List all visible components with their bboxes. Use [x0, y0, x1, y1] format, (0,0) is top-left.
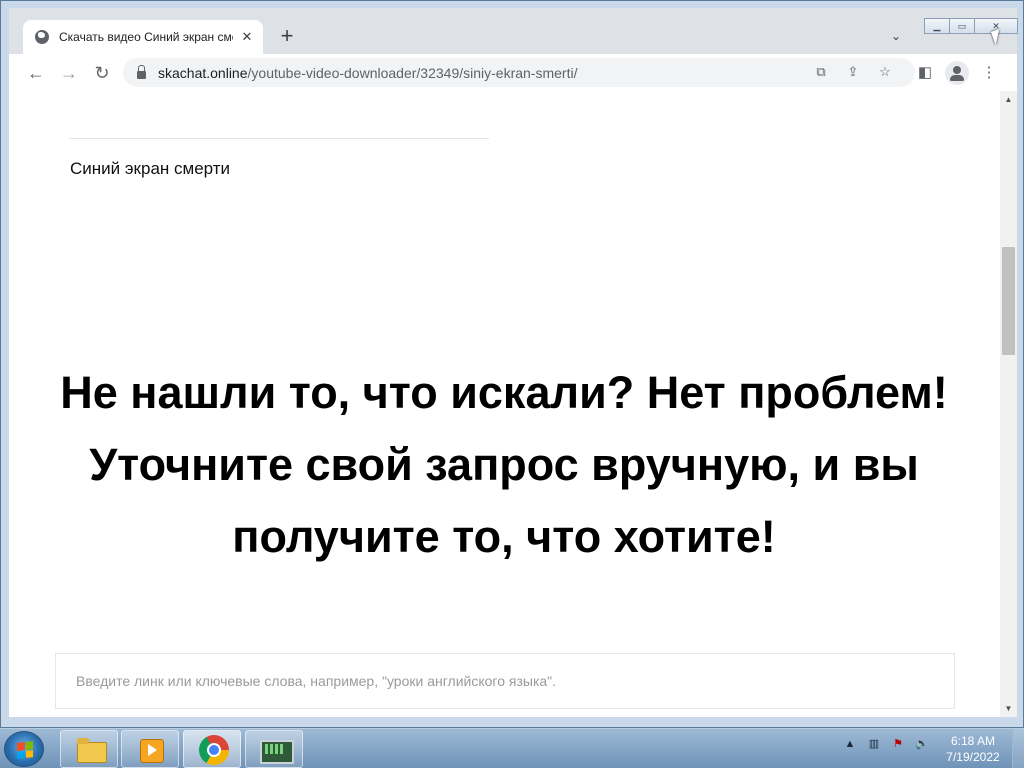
show-hidden-icons-arrow-icon[interactable]: ▲ [842, 738, 858, 750]
clock[interactable]: 6:18 AM 7/19/2022 [936, 733, 1010, 765]
share-icon[interactable]: ⇪ [843, 62, 863, 82]
forward-arrow-icon[interactable]: → [56, 60, 82, 86]
headline: Не нашли то, что искали? Нет проблем! Ут… [29, 357, 979, 573]
window-controls: ▁ ▭ ✕ [924, 18, 1018, 34]
scroll-up-arrow-icon[interactable]: ▲ [1000, 91, 1017, 108]
side-panel-icon[interactable]: ◧ [912, 60, 938, 86]
action-center-flag-icon[interactable]: ⚑ [890, 737, 906, 750]
tab-strip: Скачать видео Синий экран сме ✕ + ⌄ [9, 8, 1017, 54]
headline-line-1: Не нашли то, что искали? Нет проблем! [60, 367, 948, 418]
explorer-taskbar-button[interactable] [60, 730, 118, 768]
search-input[interactable] [76, 673, 954, 689]
scroll-down-arrow-icon[interactable]: ▼ [1000, 700, 1017, 717]
scroll-thumb[interactable] [1002, 247, 1015, 355]
start-button[interactable] [4, 731, 44, 767]
new-tab-button[interactable]: + [274, 24, 300, 50]
system-tray: ▲ ▥ ⚑ 🔈 [842, 737, 930, 751]
bookmark-star-icon[interactable]: ☆ [875, 62, 895, 82]
globe-favicon-icon [35, 30, 49, 44]
tab-title: Скачать видео Синий экран сме [59, 30, 233, 44]
headline-line-2: Уточните свой запрос вручную, и вы получ… [89, 439, 919, 562]
maximize-button[interactable]: ▭ [949, 18, 975, 34]
tab-close-icon[interactable]: ✕ [239, 29, 255, 45]
volume-icon[interactable]: 🔈 [914, 737, 930, 750]
reload-icon[interactable]: ↻ [89, 60, 115, 86]
clock-date: 7/19/2022 [946, 750, 1000, 764]
browser-chrome: Скачать видео Синий экран сме ✕ + ⌄ ← → … [9, 8, 1018, 91]
lock-icon[interactable] [137, 64, 146, 79]
video-title[interactable]: Синий экран смерти [70, 159, 230, 179]
taskbar: ▲ ▥ ⚑ 🔈 6:18 AM 7/19/2022 [0, 728, 1024, 768]
clock-time: 6:18 AM [950, 734, 996, 748]
divider [69, 138, 489, 139]
tab-search-chevron-icon[interactable]: ⌄ [886, 26, 906, 46]
url-text[interactable]: skachat.online/youtube-video-downloader/… [158, 65, 577, 81]
profile-avatar-icon[interactable] [945, 61, 969, 85]
minimize-button[interactable]: ▁ [924, 18, 950, 34]
translate-icon[interactable]: ⧉ [811, 62, 831, 82]
chrome-icon [199, 735, 229, 765]
media-player-taskbar-button[interactable] [121, 730, 179, 768]
tab-active[interactable]: Скачать видео Синий экран сме ✕ [23, 20, 263, 54]
network-tray-icon[interactable]: ▥ [866, 737, 882, 750]
show-desktop-button[interactable] [1012, 729, 1024, 768]
windows-logo-icon [17, 741, 33, 759]
browser-toolbar: ← → ↻ skachat.online/youtube-video-downl… [9, 54, 1017, 91]
vertical-scrollbar[interactable]: ▲ ▼ [1000, 91, 1017, 717]
url-path: /youtube-video-downloader/32349/siniy-ek… [247, 64, 578, 81]
address-bar[interactable]: skachat.online/youtube-video-downloader/… [123, 58, 915, 87]
chrome-taskbar-button[interactable] [183, 730, 241, 768]
network-app-taskbar-button[interactable] [245, 730, 303, 768]
url-host: skachat.online [158, 64, 248, 81]
back-arrow-icon[interactable]: ← [23, 60, 49, 86]
browser-window: Скачать видео Синий экран сме ✕ + ⌄ ← → … [0, 0, 1024, 728]
menu-dots-icon[interactable]: ⋮ [976, 60, 1002, 86]
search-box[interactable] [55, 653, 955, 709]
page-viewport: Синий экран смерти Не нашли то, что иска… [9, 91, 1017, 717]
